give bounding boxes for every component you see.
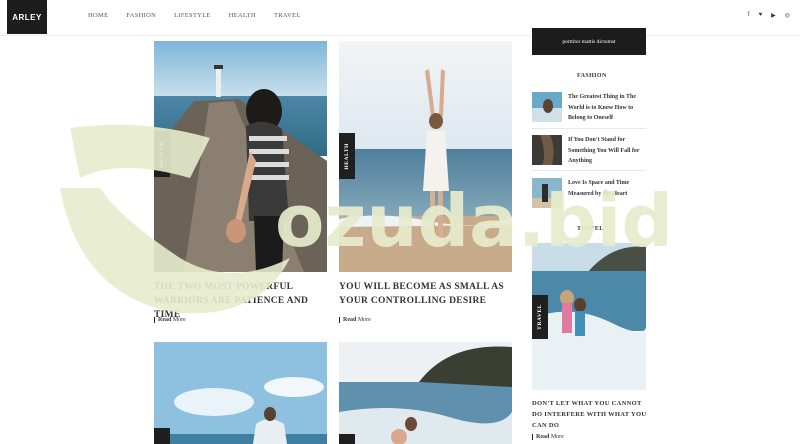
read-more-link-1[interactable]: Read More bbox=[154, 317, 186, 323]
social-links: f ♥ ▶ ◎ bbox=[748, 12, 790, 19]
sidebar-thumb-3[interactable] bbox=[532, 178, 562, 208]
youtube-icon[interactable]: ▶ bbox=[771, 12, 776, 19]
category-tag[interactable]: TRAVEL bbox=[532, 295, 548, 339]
category-tag[interactable]: HEALTH bbox=[339, 133, 355, 179]
site-logo[interactable]: ARLEY bbox=[7, 0, 47, 34]
facebook-icon[interactable]: f bbox=[748, 12, 750, 19]
sidebar-travel-title[interactable]: DON'T LET WHAT YOU CANNOT DO INTERFERE W… bbox=[532, 398, 652, 431]
nav-lifestyle[interactable]: LIFESTYLE bbox=[174, 12, 211, 19]
sidebar-post-title-3[interactable]: Love Is Space and Time Measured by the H… bbox=[568, 178, 648, 199]
sidebar-promo-banner[interactable]: porttitor mattis dictumst bbox=[532, 28, 646, 55]
sidebar-post-3[interactable]: Love Is Space and Time Measured by the H… bbox=[532, 178, 646, 216]
sidebar-travel-image[interactable]: TRAVEL bbox=[532, 243, 646, 390]
divider bbox=[532, 128, 646, 129]
nav-health[interactable]: HEALTH bbox=[229, 12, 256, 19]
post-title-2[interactable]: YOU WILL BECOME AS SMALL AS YOUR CONTROL… bbox=[339, 280, 517, 308]
divider bbox=[532, 170, 646, 171]
twitter-icon[interactable]: ♥ bbox=[759, 12, 763, 19]
read-more-link-2[interactable]: Read More bbox=[339, 317, 371, 323]
post-image-3[interactable] bbox=[154, 342, 327, 444]
sidebar-thumb-2[interactable] bbox=[532, 135, 562, 165]
sidebar-thumb-1[interactable] bbox=[532, 92, 562, 122]
logo-text: ARLEY bbox=[12, 12, 42, 22]
post-image-1[interactable]: HEALTH bbox=[154, 41, 327, 272]
post-title-1[interactable]: THE TWO MOST POWERFUL WARRIORS ARE PATIE… bbox=[154, 280, 332, 322]
nav-fashion[interactable]: FASHION bbox=[126, 12, 156, 19]
post-image-2[interactable]: HEALTH bbox=[339, 41, 512, 272]
post-image-4[interactable] bbox=[339, 342, 512, 444]
site-header: ARLEY HOME FASHION LIFESTYLE HEALTH TRAV… bbox=[0, 0, 800, 36]
sidebar-post-1[interactable]: The Greatest Thing in The World is to Kn… bbox=[532, 92, 646, 130]
nav-home[interactable]: HOME bbox=[88, 12, 108, 19]
category-tag[interactable]: HEALTH bbox=[154, 131, 170, 177]
category-tag-stub[interactable] bbox=[339, 434, 355, 444]
main-nav: HOME FASHION LIFESTYLE HEALTH TRAVEL bbox=[88, 12, 319, 19]
sidebar-post-2[interactable]: If You Don't Stand for Something You Wil… bbox=[532, 135, 646, 173]
sidebar-post-title-2[interactable]: If You Don't Stand for Something You Wil… bbox=[568, 135, 648, 167]
sidebar-heading-fashion: FASHION bbox=[577, 73, 607, 79]
sidebar-heading-travel: TRAVEL bbox=[577, 226, 604, 232]
sidebar-post-title-1[interactable]: The Greatest Thing in The World is to Kn… bbox=[568, 92, 648, 124]
category-tag-stub[interactable] bbox=[154, 428, 170, 444]
instagram-icon[interactable]: ◎ bbox=[785, 12, 790, 19]
nav-travel[interactable]: TRAVEL bbox=[274, 12, 301, 19]
sidebar-read-more-link[interactable]: Read More bbox=[532, 434, 564, 440]
